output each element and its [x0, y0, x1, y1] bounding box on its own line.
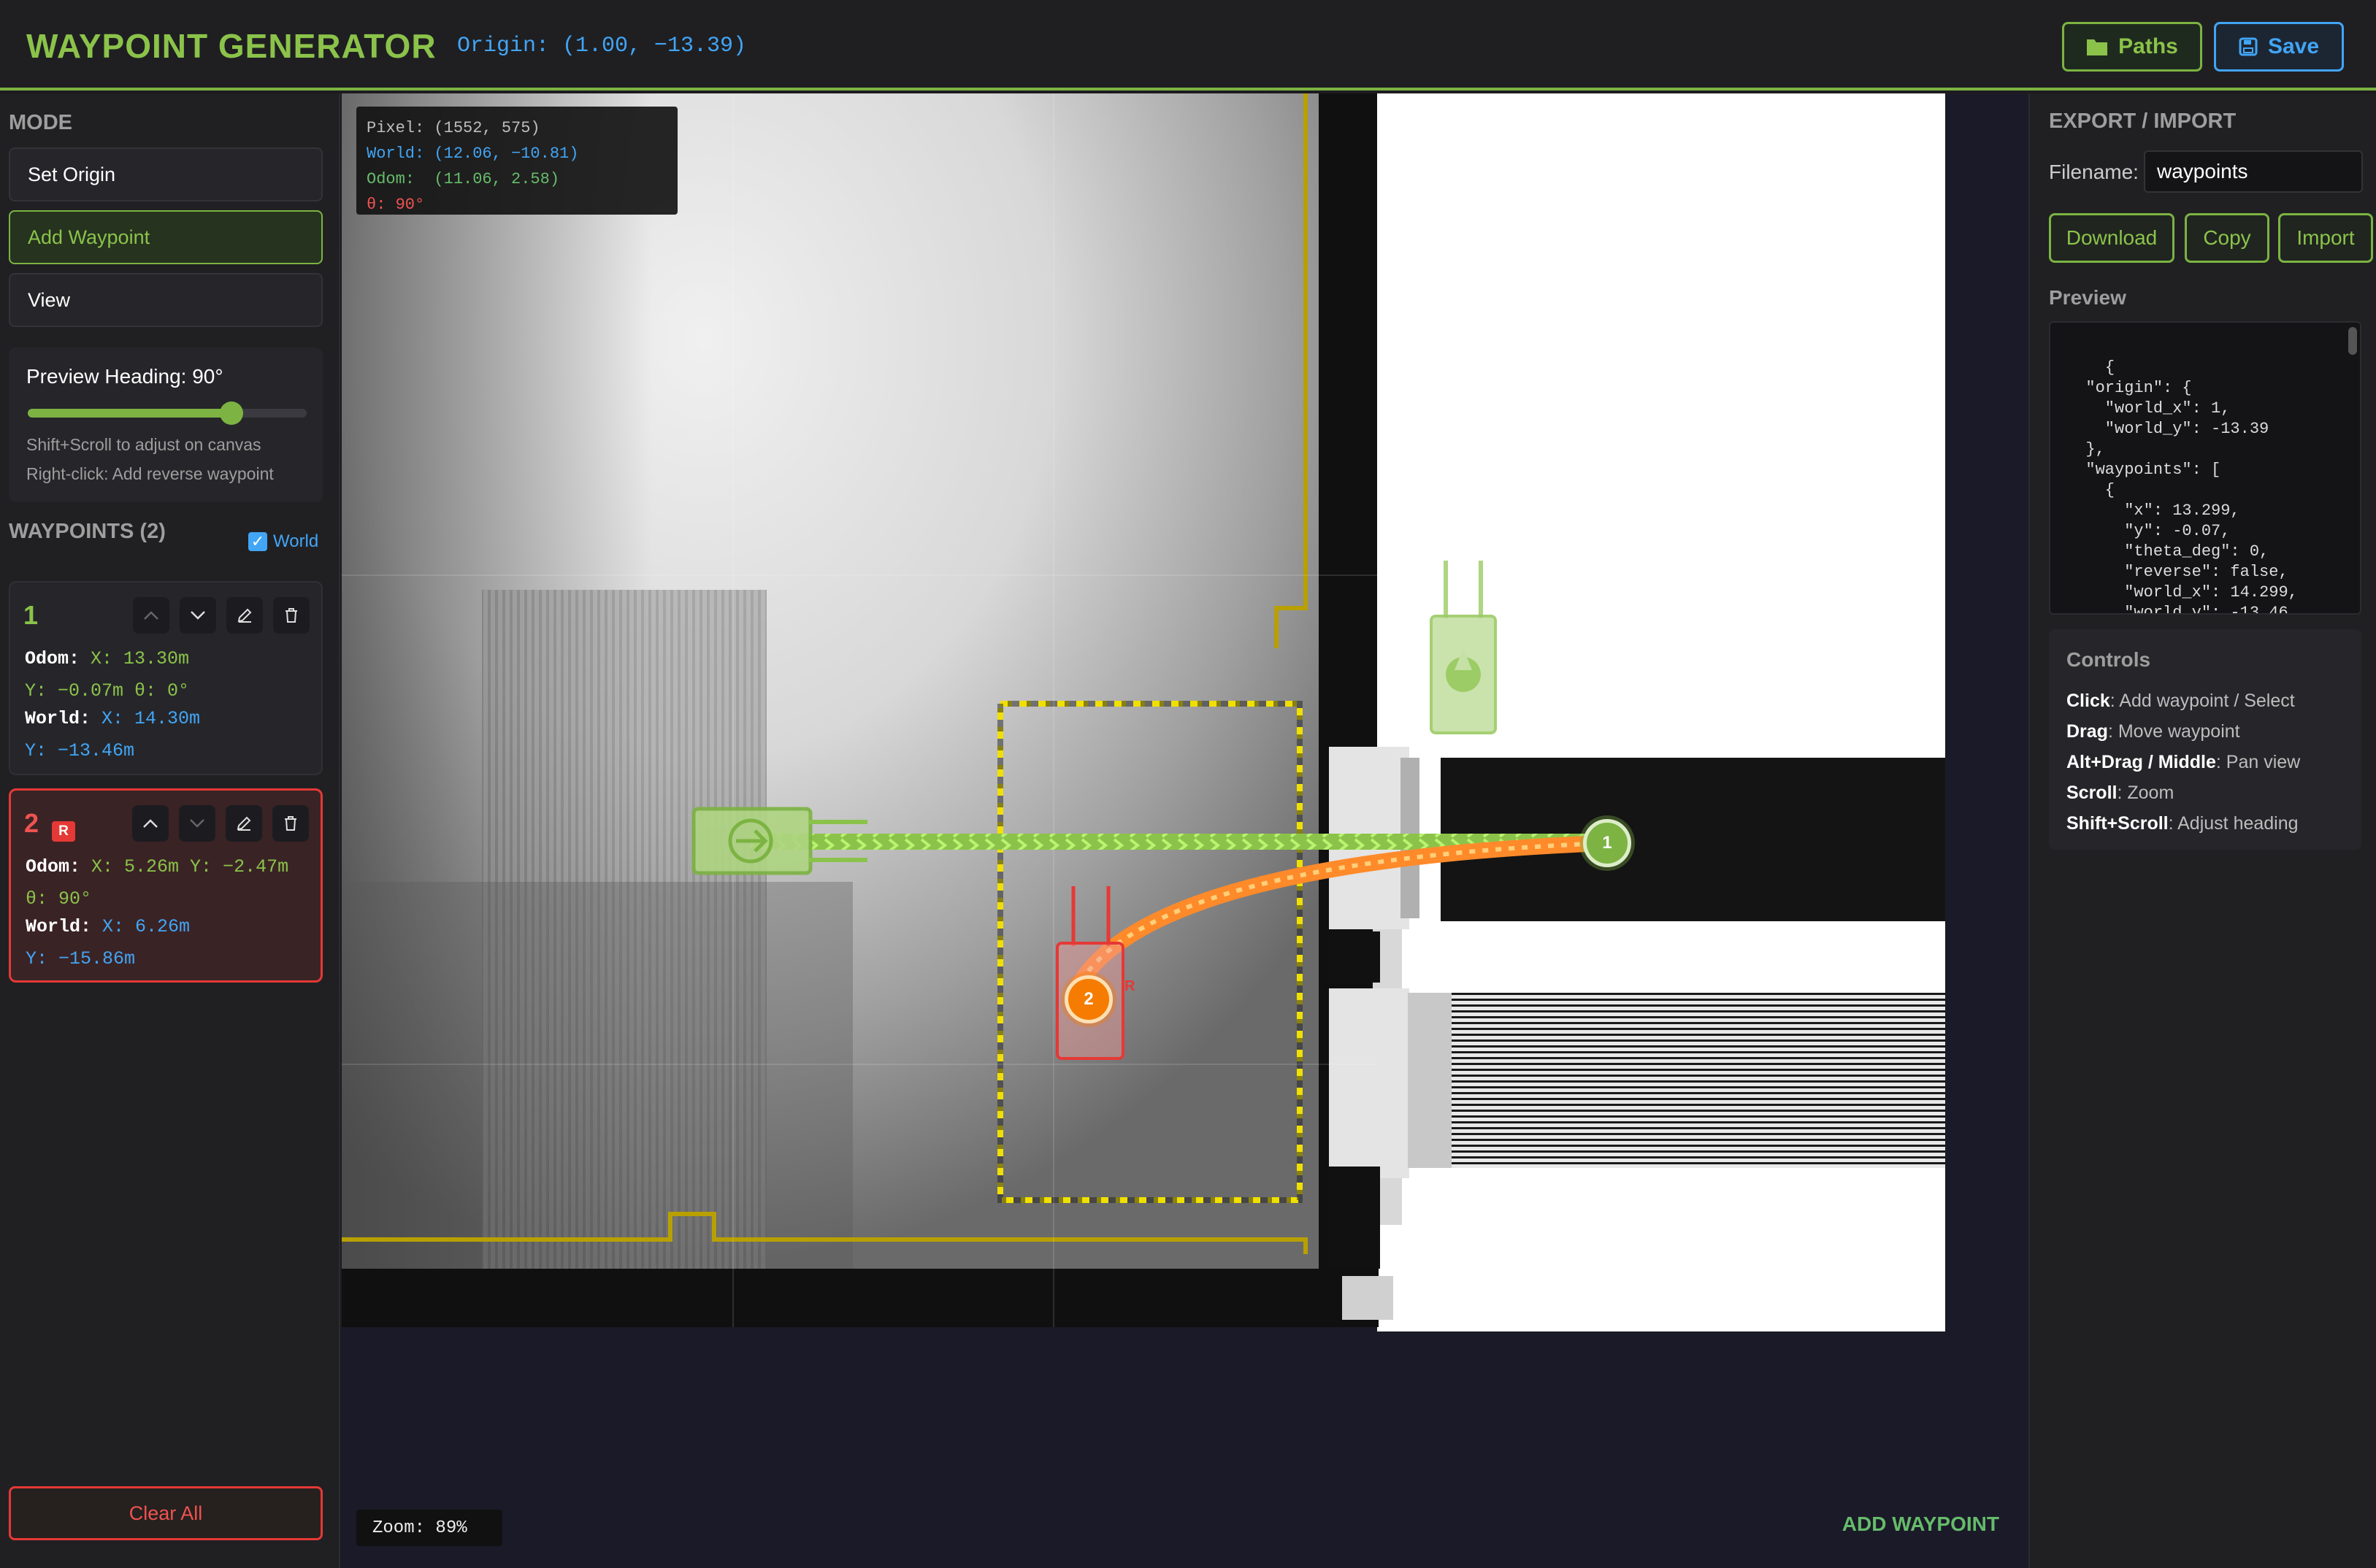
filename-label: Filename:: [2049, 161, 2139, 183]
control-drag: Drag: Move waypoint: [2066, 721, 2240, 742]
odom-label: Odom:: [25, 648, 80, 669]
cursor-coordinates: Pixel: (1552, 575) World: (12.06, −10.81…: [356, 107, 678, 215]
folder-icon: [2087, 39, 2108, 55]
waypoint-actions: [133, 597, 310, 634]
theta-readout: θ: 90°: [367, 196, 425, 214]
control-zoom: Scroll: Zoom: [2066, 783, 2174, 803]
heading-slider[interactable]: [28, 401, 307, 425]
controls-card: Controls Click: Add waypoint / Select Dr…: [2049, 629, 2361, 850]
waypoint-marker-1-label: 1: [1602, 833, 1612, 853]
paths-button[interactable]: Paths: [2062, 22, 2202, 72]
wall-bottom: [342, 1269, 1379, 1327]
clear-all-button[interactable]: Clear All: [9, 1486, 323, 1540]
controls-title: Controls: [2066, 648, 2151, 671]
import-button[interactable]: Import: [2278, 213, 2373, 263]
hint-shift-scroll: Shift+Scroll to adjust on canvas: [26, 435, 261, 454]
control-heading: Shift+Scroll: Adjust heading: [2066, 813, 2299, 834]
view-mode-button[interactable]: View: [9, 273, 323, 327]
control-click: Click: Add waypoint / Select: [2066, 691, 2295, 711]
left-panel: MODE Set Origin Add Waypoint View Previe…: [0, 93, 340, 1568]
preview-heading-card: Preview Heading: 90° Shift+Scroll to adj…: [9, 347, 323, 502]
save-button[interactable]: Save: [2214, 22, 2344, 72]
delete-icon[interactable]: [272, 805, 309, 842]
occupancy-map[interactable]: [342, 93, 1945, 1331]
waypoint-card-1[interactable]: 1 Odom: X: 13.30m Y: −0.07m θ: 0° World:…: [9, 581, 323, 775]
world-label: World:: [25, 708, 91, 729]
waypoint-world-row: World: X: 6.26m: [26, 916, 190, 937]
odom-x-y: X: 5.26m Y: −2.47m: [91, 856, 289, 877]
waypoint-number: 2: [24, 808, 39, 838]
world-toggle-label: World: [273, 531, 319, 551]
preview-scrollbar[interactable]: [2348, 327, 2357, 355]
delete-icon[interactable]: [273, 597, 310, 634]
copy-button[interactable]: Copy: [2185, 213, 2269, 263]
move-up-icon[interactable]: [133, 597, 169, 634]
waypoint-odom-row: Odom: X: 13.30m: [25, 648, 189, 669]
world-checkbox[interactable]: ✓: [248, 532, 267, 551]
world-x: X: 14.30m: [101, 708, 201, 729]
mode-label: MODE: [9, 111, 72, 134]
edit-icon[interactable]: [226, 805, 262, 842]
mode-indicator: ADD WAYPOINT: [1842, 1513, 1999, 1535]
waypoint-card-2[interactable]: 2 R Odom: X: 5.26m Y: −2.47m θ: 90° Worl…: [9, 788, 323, 983]
move-up-icon[interactable]: [132, 805, 169, 842]
odom-x: X: 13.30m: [91, 648, 190, 669]
paths-button-label: Paths: [2118, 34, 2178, 58]
reverse-badge: R: [52, 821, 75, 842]
preview-label: Preview: [2049, 286, 2126, 309]
world-label: World:: [26, 916, 92, 937]
origin-readout: Origin: (1.00, −13.39): [457, 34, 747, 58]
json-preview[interactable]: { "origin": { "world_x": 1, "world_y": -…: [2049, 321, 2361, 615]
world-x: X: 6.26m: [102, 916, 191, 937]
save-button-label: Save: [2267, 34, 2320, 58]
move-down-icon[interactable]: [179, 805, 215, 842]
preview-heading-label: Preview Heading: 90°: [26, 365, 223, 388]
control-pan: Alt+Drag / Middle: Pan view: [2066, 752, 2301, 772]
heading-slider-thumb[interactable]: [219, 401, 243, 425]
odom-theta: θ: 90°: [26, 888, 92, 910]
corridor-lower: [1441, 993, 1945, 1168]
world-y: Y: −13.46m: [25, 740, 135, 761]
export-import-title: EXPORT / IMPORT: [2049, 109, 2237, 133]
waypoint-marker-2[interactable]: 2: [1065, 975, 1113, 1023]
app-header: WAYPOINT GENERATOR Origin: (1.00, −13.39…: [0, 0, 2376, 91]
edit-icon[interactable]: [226, 597, 263, 634]
add-waypoint-mode-button[interactable]: Add Waypoint: [9, 210, 323, 264]
download-button[interactable]: Download: [2049, 213, 2174, 263]
waypoint-actions: [132, 805, 309, 842]
world-toggle[interactable]: ✓ World: [248, 531, 318, 552]
heading-slider-fill: [28, 409, 231, 418]
filename-input[interactable]: [2144, 150, 2363, 193]
set-origin-button[interactable]: Set Origin: [9, 147, 323, 201]
odom-readout: Odom: (11.06, 2.58): [367, 170, 560, 188]
world-y: Y: −15.86m: [26, 948, 136, 969]
waypoint-world-row: World: X: 14.30m: [25, 708, 200, 729]
waypoints-title: WAYPOINTS (2): [9, 520, 166, 543]
waypoint-odom-row: Odom: X: 5.26m Y: −2.47m: [26, 856, 288, 877]
app-title: WAYPOINT GENERATOR: [26, 27, 437, 65]
hint-right-click: Right-click: Add reverse waypoint: [26, 464, 274, 483]
map-canvas[interactable]: 1 2 R Pixel: (1552, 575) World: (12.06, …: [342, 93, 2028, 1568]
pixel-readout: Pixel: (1552, 575): [367, 119, 540, 137]
move-down-icon[interactable]: [180, 597, 216, 634]
waypoint-marker-2-label: 2: [1084, 989, 1094, 1009]
json-preview-text: { "origin": { "world_x": 1, "world_y": -…: [2085, 358, 2298, 615]
reverse-marker-label: R: [1124, 978, 1135, 994]
world-readout: World: (12.06, −10.81): [367, 145, 579, 163]
zoom-indicator: Zoom: 89%: [356, 1510, 502, 1546]
right-panel: EXPORT / IMPORT Filename: Download Copy …: [2028, 93, 2376, 1568]
odom-label: Odom:: [26, 856, 81, 877]
waypoint-number: 1: [23, 600, 39, 630]
odom-y-theta: Y: −0.07m θ: 0°: [25, 680, 190, 702]
waypoint-marker-1[interactable]: 1: [1583, 819, 1631, 867]
save-icon: [2239, 37, 2258, 56]
